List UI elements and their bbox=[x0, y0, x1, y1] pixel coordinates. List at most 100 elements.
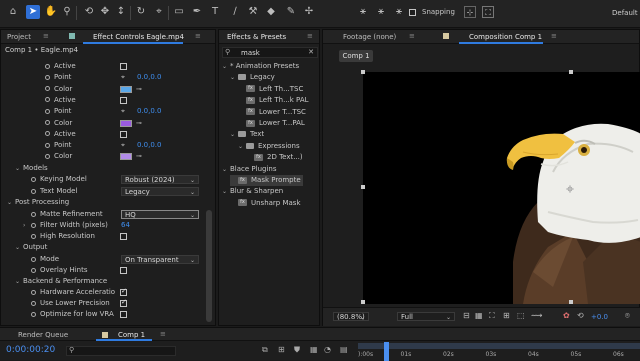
output-section[interactable]: ⌄ Output bbox=[15, 242, 47, 253]
filter-width-row[interactable]: › Filter Width (pixels) bbox=[23, 220, 108, 231]
effects-tree-item[interactable]: ⌄ Expressions bbox=[238, 141, 300, 152]
selection-tool-icon[interactable]: ➤ bbox=[26, 5, 40, 19]
tab-render-queue[interactable]: Render Queue bbox=[18, 330, 68, 340]
post-processing-section[interactable]: ⌄ Post Processing bbox=[7, 197, 69, 208]
active-checkbox[interactable] bbox=[120, 63, 127, 70]
motion-blur-icon[interactable]: ◔ bbox=[324, 345, 331, 354]
effects-tree-item[interactable]: fx Unsharp Mask bbox=[230, 198, 301, 209]
effects-tree-item[interactable]: fx 2D Text...) bbox=[246, 152, 303, 163]
crosshair-icon[interactable]: ⌖ bbox=[121, 106, 125, 117]
tab-footage[interactable]: Footage (none) bbox=[343, 32, 396, 42]
point-value[interactable]: 0.0,0.0 bbox=[137, 140, 162, 151]
color-swatch[interactable] bbox=[120, 119, 132, 127]
work-area-bar[interactable] bbox=[358, 343, 640, 349]
effects-tree-item[interactable]: ⌄ Legacy bbox=[230, 72, 275, 83]
frame-blending-icon[interactable]: ▦ bbox=[310, 345, 318, 354]
draft-3d-icon[interactable]: ⧉ bbox=[262, 345, 268, 355]
snapshot-icon[interactable]: ⌾ bbox=[625, 311, 630, 321]
panel-menu-icon[interactable]: ≡ bbox=[307, 32, 313, 40]
color-channel-icon[interactable]: ✿ bbox=[563, 311, 570, 320]
snap-options-icon[interactable]: ⊹ bbox=[464, 6, 476, 18]
timecode-display[interactable]: 0:00:00:20 bbox=[6, 345, 55, 355]
comp-flowchart-icon[interactable]: ⊞ bbox=[278, 345, 285, 354]
panel-menu-icon[interactable]: ≡ bbox=[160, 330, 166, 338]
exposure-value[interactable]: +0.0 bbox=[591, 313, 608, 321]
tab-composition[interactable]: Composition Comp 1 bbox=[469, 32, 542, 42]
bound-handle[interactable] bbox=[361, 300, 365, 304]
graph-editor-icon[interactable]: ▤ bbox=[340, 345, 348, 354]
eyedropper-icon[interactable]: ⊸ bbox=[136, 151, 142, 162]
masks-visibility-icon[interactable]: ⛶ bbox=[489, 311, 495, 321]
panel-menu-icon[interactable]: ≡ bbox=[551, 32, 557, 40]
point-value[interactable]: 0.0,0.0 bbox=[137, 72, 162, 83]
bound-handle[interactable] bbox=[361, 185, 365, 189]
effects-search-input[interactable]: mask bbox=[241, 49, 260, 57]
timeline-search-field[interactable]: ⚲ bbox=[66, 346, 176, 356]
effects-tree-item[interactable]: fx Left Th...k PAL bbox=[238, 95, 309, 106]
grid-guides-icon[interactable]: ⊞ bbox=[503, 311, 510, 320]
eyedropper-icon[interactable]: ⊸ bbox=[136, 84, 142, 95]
optimize-vram-checkbox[interactable] bbox=[120, 311, 127, 318]
color-swatch[interactable] bbox=[120, 85, 132, 93]
bound-handle[interactable] bbox=[569, 300, 573, 304]
3d-view-icon[interactable]: ⬚ bbox=[517, 311, 525, 320]
effects-tree-item[interactable]: ⌄ Text bbox=[230, 129, 264, 140]
clone-stamp-icon[interactable]: ⚒ bbox=[246, 5, 260, 19]
fast-previews-icon[interactable]: ⟿ bbox=[531, 311, 542, 320]
pan-behind-tool-icon[interactable]: ⌖ bbox=[152, 5, 166, 19]
panel-menu-icon[interactable]: ≡ bbox=[409, 32, 415, 40]
mode-dropdown[interactable]: On Transparent ⌄ bbox=[121, 255, 199, 264]
high-resolution-checkbox[interactable] bbox=[120, 233, 127, 240]
type-tool-icon[interactable]: T bbox=[208, 5, 222, 19]
effects-tree-item[interactable]: fx Left Th...TSC bbox=[238, 84, 303, 95]
effects-tree-item[interactable]: fx Lower T...PAL bbox=[238, 118, 305, 129]
text-model-dropdown[interactable]: Legacy ⌄ bbox=[121, 187, 199, 196]
active-checkbox[interactable] bbox=[120, 96, 127, 104]
local-axis-icon[interactable]: ⚹ bbox=[356, 5, 370, 19]
zoom-tool-icon[interactable]: ⚲ bbox=[60, 5, 74, 19]
workspace-label[interactable]: Default bbox=[612, 9, 638, 17]
orbit-camera-icon[interactable]: ⟲ bbox=[82, 5, 96, 19]
transparency-grid-icon[interactable]: ▦ bbox=[475, 311, 483, 320]
hand-tool-icon[interactable]: ✋ bbox=[44, 5, 58, 19]
filter-width-value[interactable]: 64 bbox=[121, 220, 130, 231]
home-icon[interactable]: ⌂ bbox=[6, 5, 20, 19]
effects-tree-item[interactable]: ⌄ Blur & Sharpen bbox=[222, 186, 283, 197]
reset-exposure-icon[interactable]: ⟲ bbox=[577, 311, 584, 320]
bound-handle[interactable] bbox=[569, 70, 573, 74]
clear-search-icon[interactable]: ✕ bbox=[308, 48, 314, 56]
world-axis-icon[interactable]: ⚹ bbox=[374, 5, 388, 19]
view-axis-icon[interactable]: ⚹ bbox=[392, 5, 406, 19]
roto-brush-icon[interactable]: ✎ bbox=[284, 5, 298, 19]
dolly-camera-icon[interactable]: ↕ bbox=[114, 5, 128, 19]
effect-controls-scrollbar[interactable] bbox=[206, 210, 212, 322]
effects-tree-item[interactable]: fx Lower T...TSC bbox=[238, 107, 306, 118]
point-value[interactable]: 0.0,0.0 bbox=[137, 106, 162, 117]
bound-handle[interactable] bbox=[361, 70, 365, 74]
comp-nav-tab[interactable]: Comp 1 bbox=[339, 50, 373, 62]
eyedropper-icon[interactable]: ⊸ bbox=[136, 118, 142, 129]
puppet-pin-icon[interactable]: ✢ bbox=[302, 5, 316, 19]
magnification-dropdown[interactable]: (80.8%) ⌄ bbox=[333, 312, 369, 321]
tab-project[interactable]: Project bbox=[7, 32, 31, 42]
panel-menu-icon[interactable]: ≡ bbox=[43, 32, 49, 40]
backend-section[interactable]: ⌄ Backend & Performance bbox=[15, 276, 107, 287]
hardware-acceleration-checkbox[interactable] bbox=[120, 287, 127, 296]
snap-to-edges-icon[interactable]: ⛶ bbox=[482, 6, 494, 18]
lower-precision-checkbox[interactable] bbox=[120, 298, 127, 307]
effects-tree-item[interactable]: fx Mask Prompte bbox=[230, 175, 303, 186]
matte-refinement-dropdown[interactable]: HQ ⌄ bbox=[121, 210, 199, 219]
crosshair-icon[interactable]: ⌖ bbox=[121, 72, 125, 83]
eraser-tool-icon[interactable]: ◆ bbox=[264, 5, 278, 19]
effects-search-field[interactable]: ⚲ mask ✕ bbox=[222, 47, 318, 58]
shy-layers-icon[interactable]: ⛊ bbox=[294, 345, 300, 355]
color-swatch[interactable] bbox=[120, 153, 132, 161]
keying-model-dropdown[interactable]: Robust (2024) ⌄ bbox=[121, 175, 199, 184]
composition-viewer[interactable] bbox=[361, 70, 640, 304]
pan-camera-icon[interactable]: ✥ bbox=[98, 5, 112, 19]
pen-tool-icon[interactable]: ✒ bbox=[190, 5, 204, 19]
tab-effect-controls[interactable]: Effect Controls Eagle.mp4 bbox=[93, 32, 184, 42]
effects-tree-item[interactable]: ⌄ Blace Plugins bbox=[222, 164, 277, 175]
effects-tree-item[interactable]: ⌄ * Animation Presets bbox=[222, 61, 299, 72]
region-of-interest-icon[interactable]: ⊟ bbox=[463, 311, 470, 320]
